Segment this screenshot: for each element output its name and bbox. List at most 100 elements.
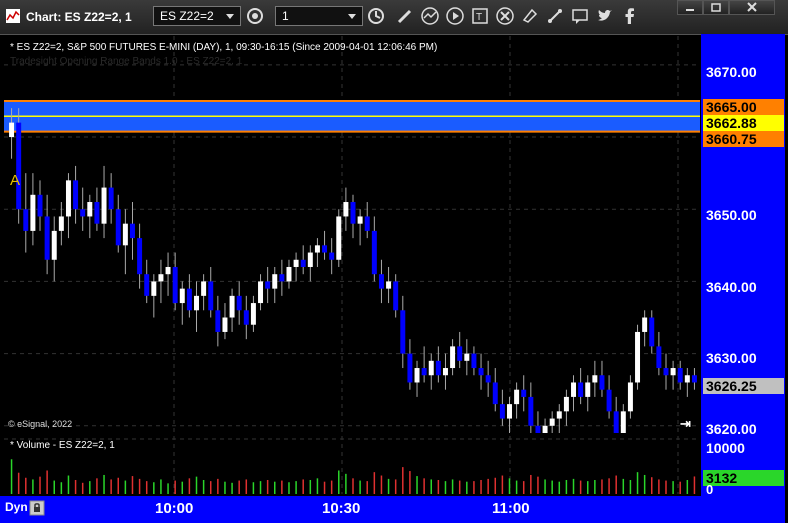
candle-body [73, 180, 79, 210]
candle-body [663, 368, 669, 376]
settings-icon[interactable] [245, 6, 265, 26]
price-axis-label: 3620.00 [706, 421, 757, 437]
candle-body [307, 252, 313, 267]
band-high-tag: 3665.00 [703, 99, 784, 115]
candle-body [101, 187, 107, 224]
candle-body [80, 209, 86, 217]
candle-body [151, 281, 157, 296]
candle-body [464, 353, 470, 361]
candle-body [258, 281, 264, 304]
candle-body [243, 310, 249, 325]
candle-body [528, 396, 534, 426]
chart-window-icon [6, 9, 20, 23]
candle-body [670, 368, 676, 376]
candle-body [115, 209, 121, 246]
candle-body [51, 230, 57, 260]
candle-body [642, 317, 648, 332]
candle-body [407, 353, 413, 383]
candle-body [236, 295, 242, 311]
volume-header: * Volume - ES Z22=2, 1 [10, 440, 115, 451]
interval-combo[interactable]: 1 [275, 6, 363, 26]
interval-value: 1 [282, 9, 289, 23]
ruler-icon[interactable] [545, 6, 565, 26]
candle-body [300, 259, 306, 267]
candle-body [521, 389, 527, 397]
candle-body [137, 238, 143, 275]
study-label: Tradesight Opening Range Bands 1.0 - ES … [10, 56, 243, 67]
scroll-to-end-icon[interactable]: ⇥ [680, 416, 691, 432]
chevron-down-icon [348, 14, 356, 19]
candle-body [421, 368, 427, 376]
candle-body [684, 375, 690, 383]
pencil-icon[interactable] [395, 6, 415, 26]
price-axis-label: 3630.00 [706, 350, 757, 366]
text-tool-icon[interactable]: T [470, 6, 490, 26]
band-mid-tag: 3662.88 [703, 115, 784, 131]
candle-body [265, 281, 271, 289]
volume-zero-label: 0 [706, 482, 714, 497]
comment-icon[interactable] [570, 6, 590, 26]
candle-body [165, 266, 171, 275]
maximize-button[interactable] [703, 0, 729, 15]
minimize-button[interactable] [677, 0, 703, 15]
candle-body [343, 202, 349, 217]
twitter-icon[interactable] [595, 6, 615, 26]
candle-body [329, 252, 335, 260]
candle-body [322, 245, 328, 253]
candle-body [108, 187, 114, 210]
symbol-combo[interactable]: ES Z22=2 [153, 6, 241, 26]
dyn-label[interactable]: Dyn [5, 500, 28, 514]
candle-body [578, 382, 584, 397]
candle-body [606, 389, 612, 412]
symbol-value: ES Z22=2 [160, 9, 214, 23]
candle-body [499, 404, 505, 419]
candle-body [556, 411, 562, 419]
candle-body [635, 331, 641, 383]
band-low-tag: 3660.75 [703, 131, 784, 147]
svg-text:T: T [476, 12, 482, 23]
volume-axis-label: 10000 [706, 440, 745, 456]
close-button[interactable] [729, 0, 775, 15]
candle-body [65, 180, 71, 217]
candle-body [627, 382, 633, 412]
candle-body [507, 404, 512, 419]
time-axis[interactable] [0, 496, 785, 523]
candle-body [371, 230, 377, 275]
candle-body [350, 202, 356, 224]
candle-body [87, 202, 93, 217]
candle-body [37, 194, 43, 217]
eraser-icon[interactable] [520, 6, 540, 26]
play-icon[interactable] [445, 6, 465, 26]
candle-body [194, 295, 199, 311]
candle-body [677, 368, 683, 383]
candle-body [428, 360, 434, 376]
candle-body [158, 274, 164, 282]
chart-icon[interactable] [420, 6, 440, 26]
chevron-down-icon [226, 14, 234, 19]
clock-icon[interactable] [366, 6, 386, 26]
candle-body [442, 368, 448, 376]
candle-body [208, 281, 214, 311]
candle-body [250, 303, 256, 325]
facebook-icon[interactable] [620, 6, 640, 26]
candle-body [649, 317, 655, 347]
price-axis-label: 3670.00 [706, 64, 757, 80]
candlestick-chart [4, 36, 700, 448]
candle-body [571, 382, 577, 397]
candle-body [30, 194, 36, 231]
candle-body [222, 317, 228, 332]
candle-body [414, 368, 420, 383]
price-plot[interactable] [4, 36, 700, 448]
candle-body [620, 411, 626, 433]
candle-body [9, 122, 15, 138]
candle-body [129, 223, 135, 239]
clear-icon[interactable] [495, 6, 515, 26]
candle-body [542, 425, 548, 433]
candle-body [314, 245, 320, 253]
candle-body [16, 122, 22, 210]
lock-icon[interactable] [29, 500, 45, 516]
candle-body [58, 216, 64, 231]
candle-body [272, 274, 278, 289]
candle-body [179, 288, 185, 304]
candle-body [492, 382, 498, 405]
